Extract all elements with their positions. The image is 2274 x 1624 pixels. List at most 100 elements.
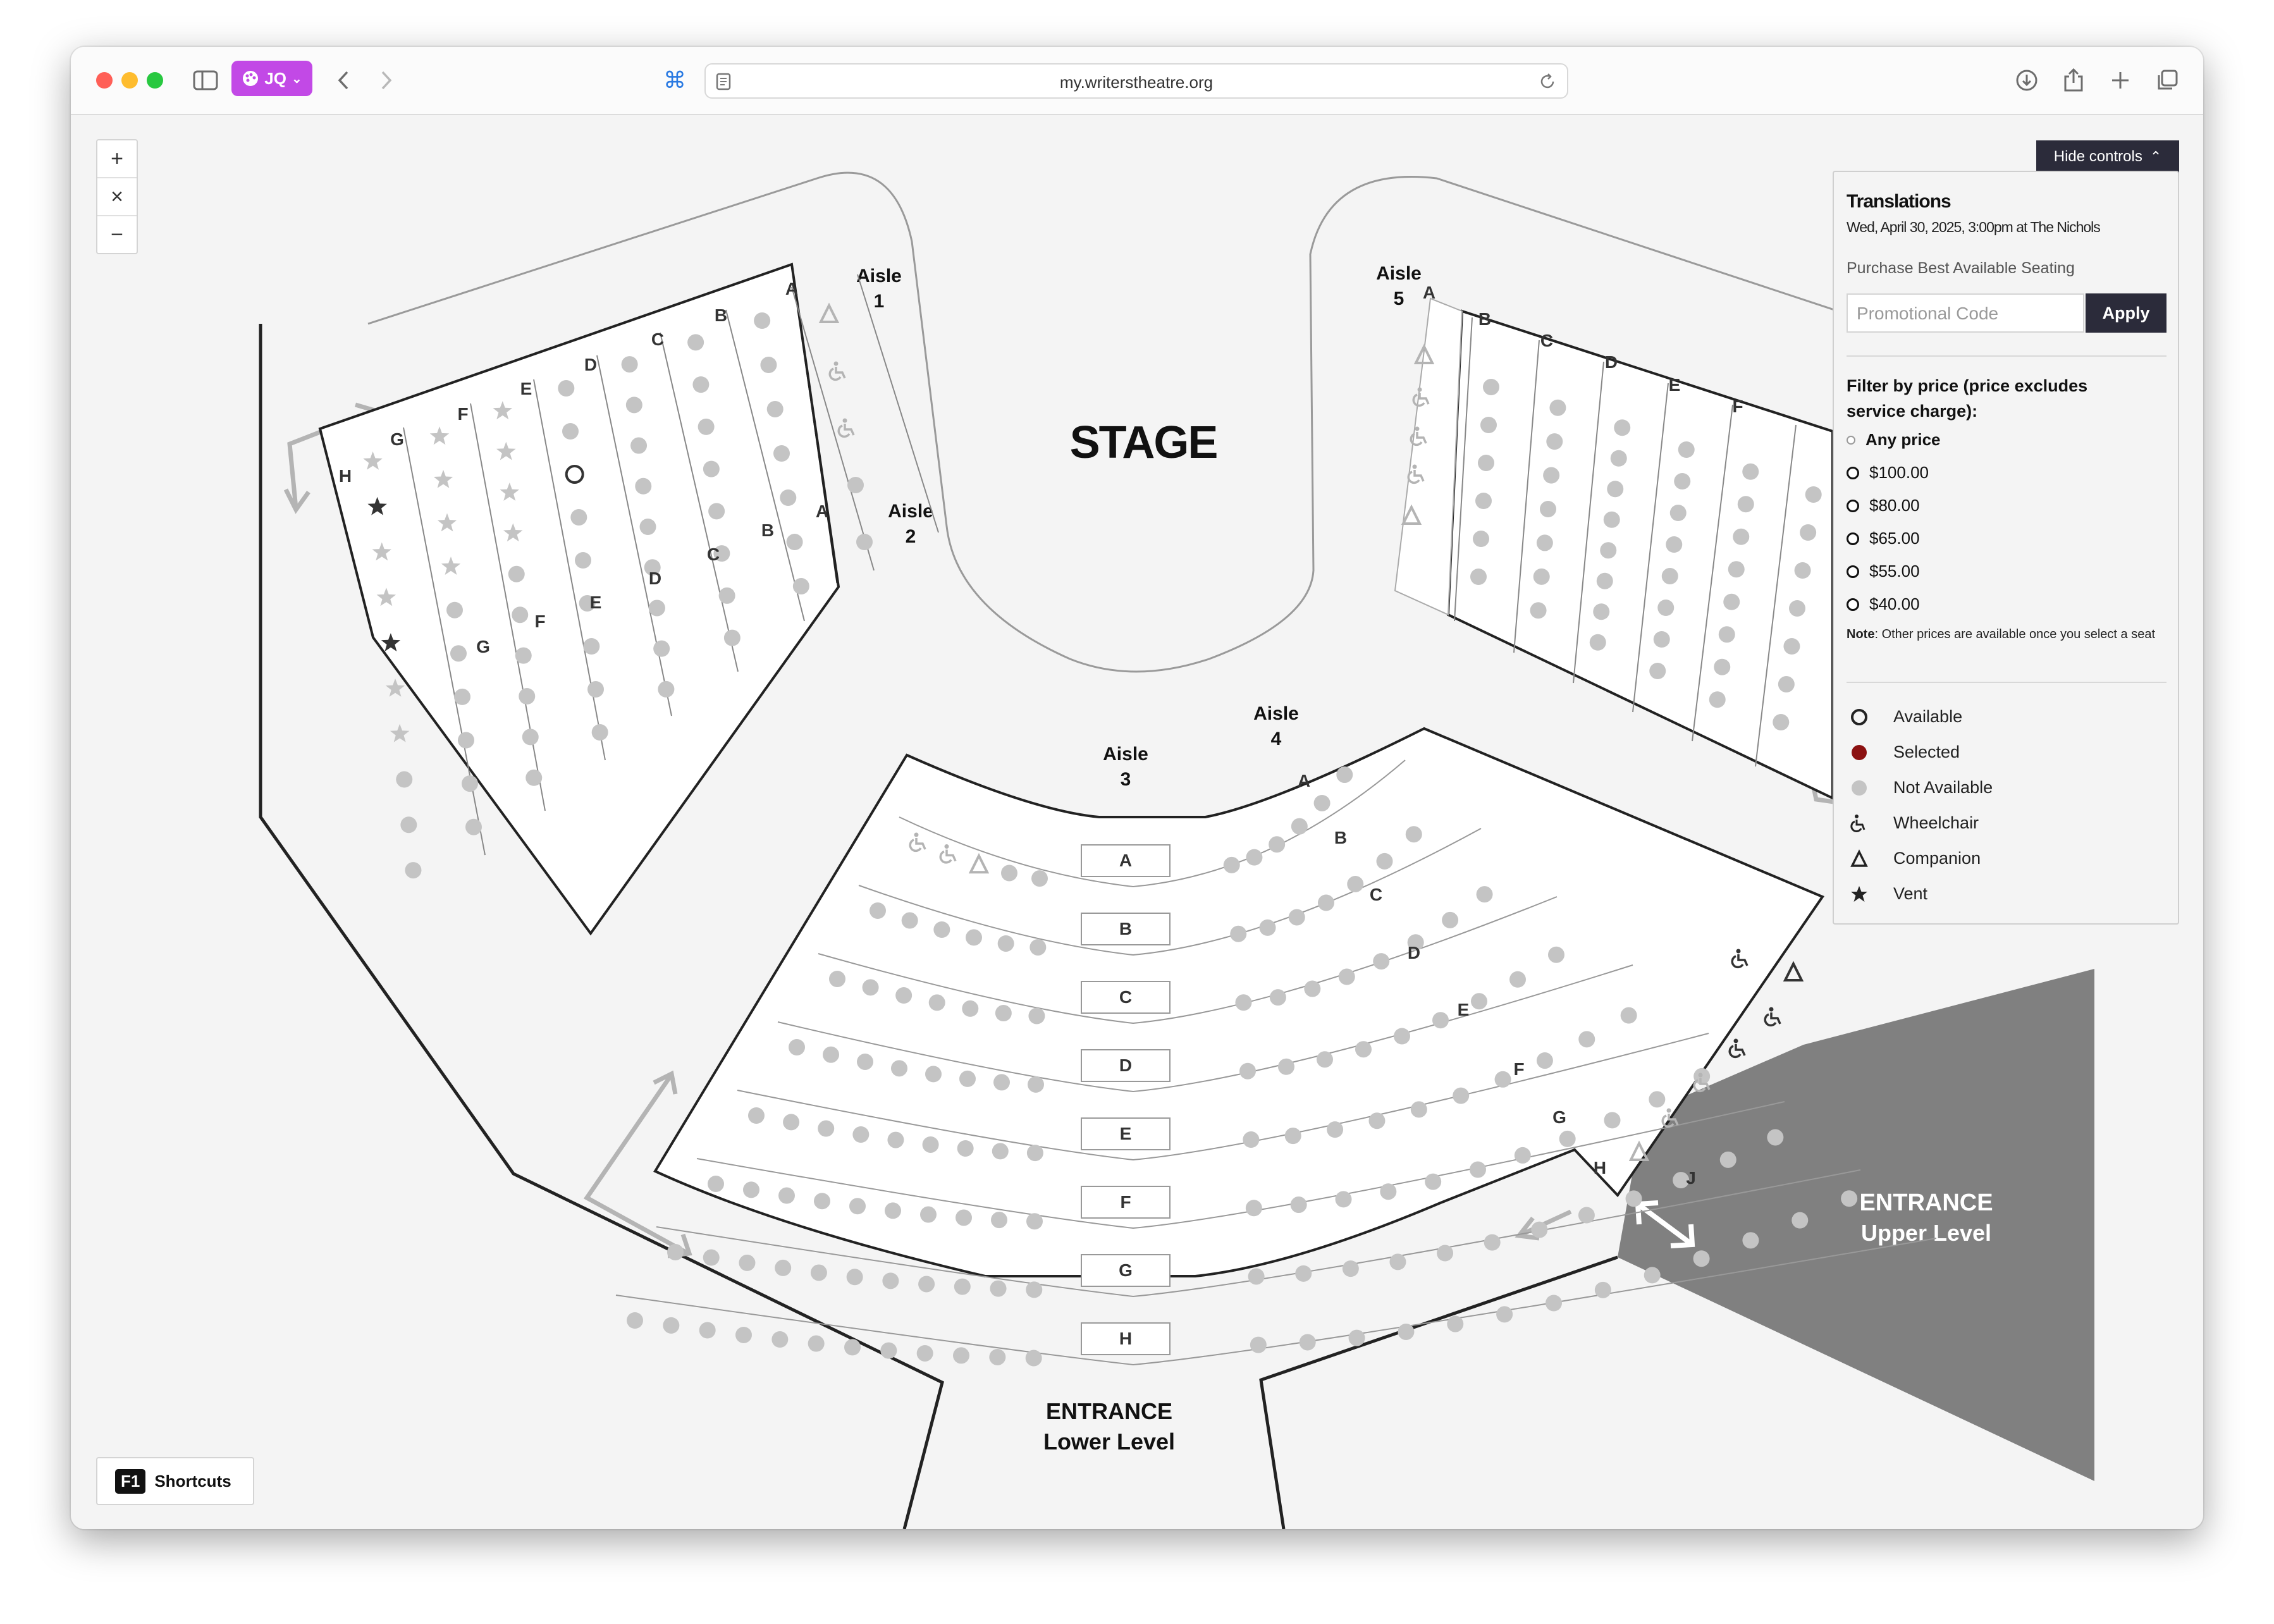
unavailable-seat[interactable] (786, 534, 803, 550)
unavailable-seat[interactable] (1245, 1200, 1262, 1217)
unavailable-seat[interactable] (1800, 524, 1817, 541)
unavailable-seat[interactable] (1625, 1190, 1642, 1207)
hide-controls-button[interactable]: Hide controls ⌃ (2036, 140, 2179, 173)
unavailable-seat[interactable] (957, 1140, 974, 1157)
unavailable-seat[interactable] (465, 818, 482, 835)
unavailable-seat[interactable] (849, 1198, 866, 1215)
unavailable-seat[interactable] (400, 816, 417, 834)
unavailable-seat[interactable] (723, 629, 741, 646)
unavailable-seat[interactable] (1442, 911, 1459, 928)
unavailable-seat[interactable] (575, 552, 591, 569)
unavailable-seat[interactable] (1259, 919, 1276, 936)
price-option-100[interactable]: $100.00 (1847, 463, 1929, 483)
unavailable-seat[interactable] (703, 460, 720, 477)
unavailable-seat[interactable] (1607, 481, 1624, 498)
unavailable-seat[interactable] (515, 647, 532, 664)
unavailable-seat[interactable] (1669, 505, 1687, 521)
unavailable-seat[interactable] (1299, 1334, 1316, 1351)
unavailable-seat[interactable] (1742, 463, 1759, 480)
unavailable-seat[interactable] (814, 1193, 830, 1210)
unavailable-seat[interactable] (743, 1181, 759, 1198)
unavailable-seat[interactable] (1246, 849, 1263, 866)
unavailable-seat[interactable] (653, 640, 670, 657)
unavailable-seat[interactable] (953, 1347, 969, 1364)
unavailable-seat[interactable] (1373, 953, 1390, 970)
unavailable-seat[interactable] (627, 1312, 643, 1329)
unavailable-seat[interactable] (778, 1187, 795, 1204)
unavailable-seat[interactable] (1496, 1306, 1513, 1323)
reload-icon[interactable] (1538, 72, 1557, 91)
unavailable-seat[interactable] (997, 935, 1014, 952)
unavailable-seat[interactable] (1478, 455, 1494, 471)
unavailable-seat[interactable] (916, 1344, 933, 1362)
back-icon[interactable] (328, 65, 359, 96)
price-option-any[interactable]: Any price (1847, 430, 1941, 450)
unavailable-seat[interactable] (1318, 894, 1334, 911)
unavailable-seat[interactable] (587, 681, 604, 698)
unavailable-seat[interactable] (991, 1212, 1007, 1229)
share-icon[interactable] (2058, 65, 2089, 96)
unavailable-seat[interactable] (1548, 946, 1564, 963)
unavailable-seat[interactable] (458, 732, 474, 749)
unavailable-seat[interactable] (857, 1053, 873, 1070)
unavailable-seat[interactable] (1594, 1281, 1611, 1298)
unavailable-seat[interactable] (663, 1317, 680, 1334)
unavailable-seat[interactable] (519, 688, 536, 704)
unavailable-seat[interactable] (1243, 1131, 1260, 1148)
unavailable-seat[interactable] (739, 1254, 756, 1271)
unavailable-seat[interactable] (780, 489, 797, 506)
unavailable-seat[interactable] (1610, 450, 1627, 467)
unavailable-seat[interactable] (1661, 568, 1678, 584)
unavailable-seat[interactable] (1742, 1232, 1759, 1249)
unavailable-seat[interactable] (1649, 1091, 1666, 1108)
price-option-80[interactable]: $80.00 (1847, 496, 1920, 515)
unavailable-seat[interactable] (1783, 638, 1800, 655)
unavailable-seat[interactable] (862, 979, 879, 996)
unavailable-seat[interactable] (766, 401, 784, 417)
address-bar[interactable]: my.writerstheatre.org (704, 63, 1568, 99)
unavailable-seat[interactable] (454, 688, 470, 705)
unavailable-seat[interactable] (1376, 852, 1393, 870)
available-seat[interactable] (565, 465, 584, 484)
unavailable-seat[interactable] (1559, 1130, 1576, 1147)
unavailable-seat[interactable] (1398, 1323, 1415, 1340)
unavailable-seat[interactable] (1536, 534, 1553, 551)
unavailable-seat[interactable] (1737, 496, 1754, 513)
unavailable-seat[interactable] (771, 1331, 789, 1348)
unavailable-seat[interactable] (1543, 467, 1560, 484)
unavailable-seat[interactable] (1313, 794, 1331, 811)
unavailable-seat[interactable] (1475, 493, 1492, 509)
unavailable-seat[interactable] (1805, 486, 1822, 503)
unavailable-seat[interactable] (396, 771, 413, 788)
unavailable-seat[interactable] (1338, 968, 1355, 985)
unavailable-seat[interactable] (1540, 501, 1556, 517)
unavailable-seat[interactable] (1644, 1267, 1661, 1284)
unavailable-seat[interactable] (1347, 875, 1364, 892)
unavailable-seat[interactable] (933, 921, 950, 938)
unavailable-seat[interactable] (1291, 818, 1308, 835)
unavailable-seat[interactable] (1620, 1007, 1637, 1024)
unavailable-seat[interactable] (966, 929, 982, 946)
unavailable-seat[interactable] (735, 1326, 752, 1343)
unavailable-seat[interactable] (1709, 691, 1726, 708)
unavailable-seat[interactable] (1295, 1265, 1312, 1282)
unavailable-seat[interactable] (1336, 766, 1353, 784)
price-option-65[interactable]: $65.00 (1847, 529, 1920, 548)
unavailable-seat[interactable] (658, 680, 675, 698)
unavailable-seat[interactable] (1728, 561, 1745, 578)
unavailable-seat[interactable] (918, 1276, 935, 1293)
unavailable-seat[interactable] (852, 1126, 870, 1143)
zoom-out-button[interactable]: − (97, 216, 137, 253)
unavailable-seat[interactable] (1546, 433, 1563, 450)
unavailable-seat[interactable] (1767, 1129, 1784, 1146)
unavailable-seat[interactable] (928, 994, 945, 1011)
unavailable-seat[interactable] (1792, 1212, 1809, 1229)
unavailable-seat[interactable] (583, 638, 600, 655)
shortcuts-button[interactable]: F1 Shortcuts (96, 1457, 254, 1505)
unavailable-seat[interactable] (754, 312, 771, 329)
unavailable-seat[interactable] (1278, 1058, 1294, 1075)
unavailable-seat[interactable] (1536, 1052, 1553, 1069)
unavailable-seat[interactable] (962, 1000, 979, 1017)
unavailable-seat[interactable] (687, 334, 704, 351)
unavailable-seat[interactable] (1028, 1007, 1045, 1024)
